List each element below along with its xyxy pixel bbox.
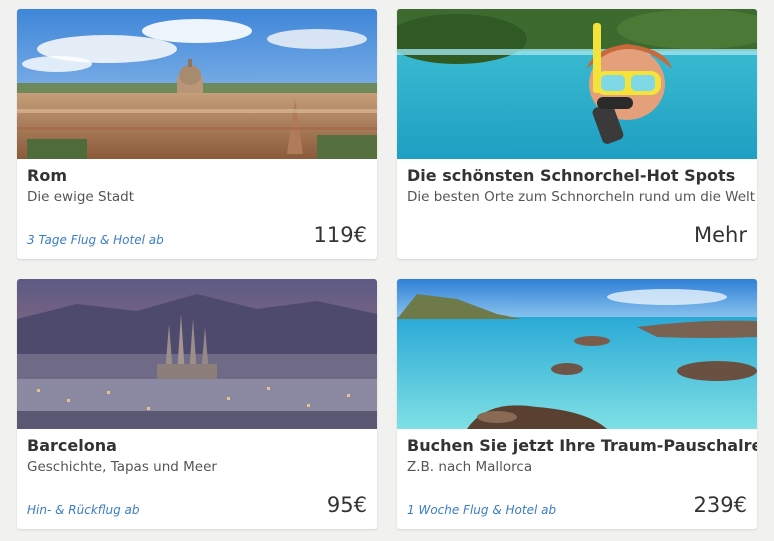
card-subtitle: Z.B. nach Mallorca bbox=[407, 459, 533, 475]
barcelona-image[interactable] bbox=[17, 279, 377, 429]
card-price[interactable]: 239€ bbox=[694, 493, 747, 517]
snorkeling-image[interactable] bbox=[397, 9, 757, 159]
card-title[interactable]: Buchen Sie jetzt Ihre Traum-Pauschalreis… bbox=[407, 436, 757, 455]
card-price[interactable]: 95€ bbox=[327, 493, 367, 517]
card-offer-note[interactable]: 1 Woche Flug & Hotel ab bbox=[407, 503, 556, 517]
card-subtitle: Die ewige Stadt bbox=[27, 189, 135, 205]
card-subtitle: Die besten Orte zum Schnorcheln rund um … bbox=[407, 189, 756, 205]
deal-card-barcelona[interactable]: Barcelona Geschichte, Tapas und Meer Hin… bbox=[17, 279, 377, 529]
card-title[interactable]: Rom bbox=[27, 166, 369, 185]
card-offer-note[interactable]: Hin- & Rückflug ab bbox=[27, 503, 140, 517]
card-offer-note[interactable]: 3 Tage Flug & Hotel ab bbox=[27, 233, 164, 247]
deal-card-rom[interactable]: Rom Die ewige Stadt 3 Tage Flug & Hotel … bbox=[17, 9, 377, 259]
card-title[interactable]: Barcelona bbox=[27, 436, 369, 455]
deal-card-package-holiday[interactable]: Buchen Sie jetzt Ihre Traum-Pauschalreis… bbox=[397, 279, 757, 529]
mallorca-coast-image[interactable] bbox=[397, 279, 757, 429]
more-link[interactable]: Mehr bbox=[694, 223, 747, 247]
card-subtitle: Geschichte, Tapas und Meer bbox=[27, 459, 217, 475]
card-price[interactable]: 119€ bbox=[314, 223, 367, 247]
card-title[interactable]: Die schönsten Schnorchel-Hot Spots bbox=[407, 166, 749, 185]
deal-card-snorkeling[interactable]: Die schönsten Schnorchel-Hot Spots Die b… bbox=[397, 9, 757, 259]
rome-cityscape-image[interactable] bbox=[17, 9, 377, 159]
